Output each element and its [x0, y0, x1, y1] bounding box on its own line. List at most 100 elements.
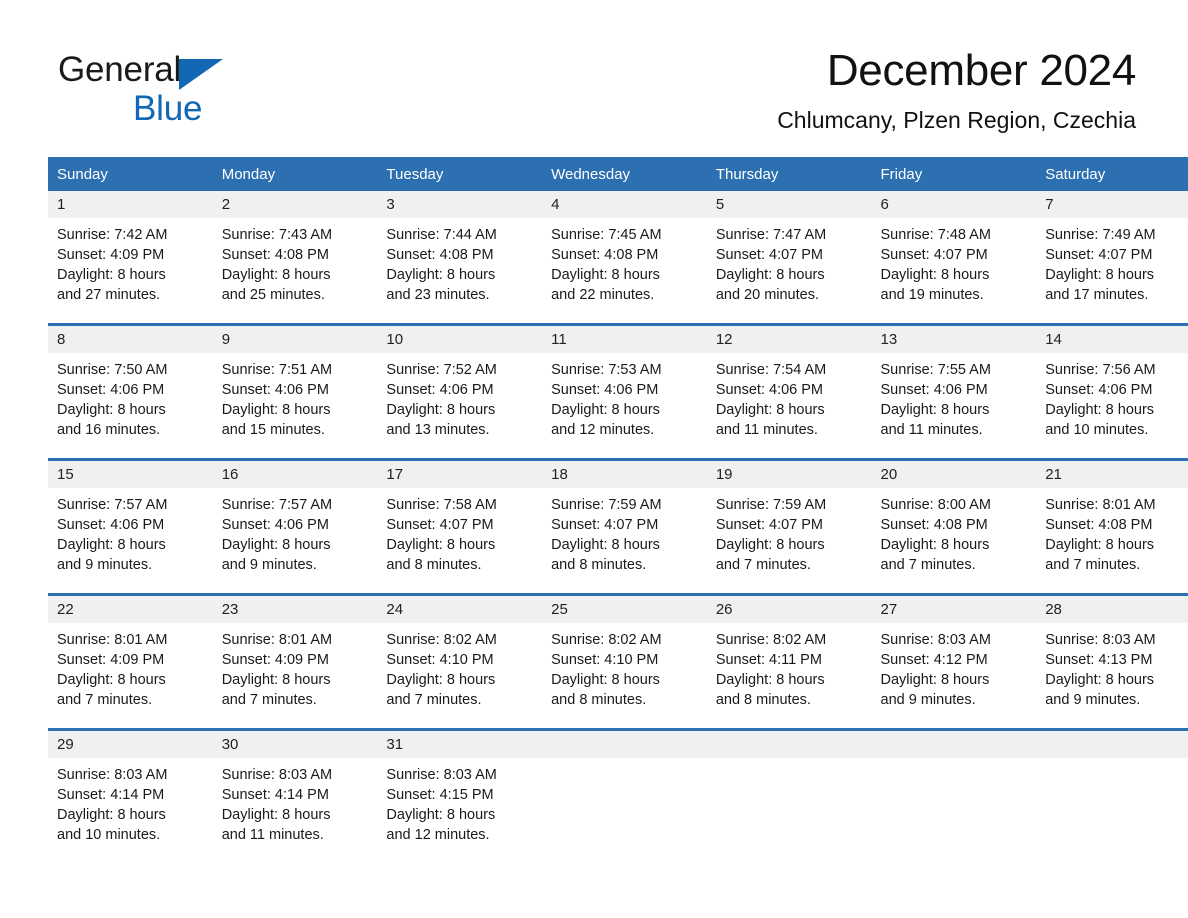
daylight-text-line2: and 12 minutes. [551, 422, 655, 438]
day-cell[interactable]: 22 Sunrise: 8:01 AM Sunset: 4:09 PM Dayligh… [48, 593, 213, 730]
day-cell[interactable]: 18 Sunrise: 7:59 AM Sunset: 4:07 PM Dayligh… [542, 458, 707, 595]
sunset-text: Sunset: 4:08 PM [386, 247, 494, 263]
day-details: Sunrise: 7:45 AM Sunset: 4:08 PM Daylight:… [542, 218, 707, 305]
daylight-text-line2: and 16 minutes. [57, 422, 161, 438]
daylight-text-line2: and 7 minutes. [880, 557, 976, 573]
daylight-text-line2: and 10 minutes. [1045, 422, 1149, 438]
day-cell[interactable]: 30 Sunrise: 8:03 AM Sunset: 4:14 PM Dayligh… [212, 728, 378, 863]
day-cell[interactable]: 6 Sunrise: 7:48 AM Sunset: 4:07 PM Daylight… [871, 191, 1037, 325]
daylight-text-line1: Daylight: 8 hours [1045, 267, 1155, 283]
day-details: Sunrise: 7:48 AM Sunset: 4:07 PM Daylight:… [872, 218, 1037, 305]
day-number: 4 [542, 191, 707, 218]
daylight-text-line1: Daylight: 8 hours [715, 267, 825, 283]
day-cell[interactable]: 8 Sunrise: 7:50 AM Sunset: 4:06 PM Daylight… [48, 323, 213, 460]
day-cell[interactable]: 9 Sunrise: 7:51 AM Sunset: 4:06 PM Daylight… [212, 323, 378, 460]
day-number: 1 [48, 191, 213, 218]
day-details: Sunrise: 7:57 AM Sunset: 4:06 PM Daylight:… [213, 488, 378, 575]
day-cell[interactable]: 11 Sunrise: 7:53 AM Sunset: 4:06 PM Dayligh… [542, 323, 707, 460]
daylight-text-line1: Daylight: 8 hours [386, 537, 496, 553]
daylight-text-line1: Daylight: 8 hours [551, 267, 660, 283]
day-number: 31 [377, 731, 543, 758]
day-number: 20 [871, 461, 1037, 488]
day-cell[interactable]: 16 Sunrise: 7:57 AM Sunset: 4:06 PM Dayligh… [212, 458, 378, 595]
day-cell[interactable]: 13 Sunrise: 7:55 AM Sunset: 4:06 PM Dayligh… [871, 323, 1037, 460]
day-cell[interactable]: 19 Sunrise: 7:59 AM Sunset: 4:07 PM Dayligh… [706, 458, 872, 595]
sunrise-sunset-calendar: Sunday Monday Tuesday Wednesday Thursday… [48, 157, 1188, 863]
sunrise-text: Sunrise: 8:01 AM [221, 632, 333, 648]
day-number: 23 [212, 596, 378, 623]
day-cell[interactable]: 14 Sunrise: 7:56 AM Sunset: 4:06 PM Dayligh… [1036, 323, 1188, 460]
day-details: Sunrise: 7:56 AM Sunset: 4:06 PM Daylight:… [1036, 353, 1188, 440]
day-cell[interactable]: 1 Sunrise: 7:42 AM Sunset: 4:09 PM Daylight… [48, 191, 213, 325]
day-cell-empty [542, 728, 707, 863]
sunrise-text: Sunrise: 8:03 AM [880, 632, 991, 648]
day-details: Sunrise: 7:51 AM Sunset: 4:06 PM Daylight:… [213, 353, 378, 440]
day-details: Sunrise: 7:57 AM Sunset: 4:06 PM Daylight:… [48, 488, 213, 575]
day-cell[interactable]: 2 Sunrise: 7:43 AM Sunset: 4:08 PM Daylight… [212, 191, 378, 325]
day-cell[interactable]: 28 Sunrise: 8:03 AM Sunset: 4:13 PM Dayligh… [1036, 593, 1188, 730]
daylight-text-line1: Daylight: 8 hours [1045, 402, 1155, 418]
sunrise-text: Sunrise: 8:02 AM [386, 632, 497, 648]
triangle-icon [179, 59, 224, 90]
daylight-text-line2: and 9 minutes. [880, 692, 976, 708]
day-cell[interactable]: 12 Sunrise: 7:54 AM Sunset: 4:06 PM Dayligh… [706, 323, 872, 460]
day-cell[interactable]: 15 Sunrise: 7:57 AM Sunset: 4:06 PM Dayligh… [48, 458, 213, 595]
sunset-text: Sunset: 4:08 PM [551, 247, 659, 263]
daylight-text-line1: Daylight: 8 hours [715, 672, 825, 688]
day-number: 7 [1036, 191, 1188, 218]
weekday-header-row: Sunday Monday Tuesday Wednesday Thursday… [48, 157, 1188, 191]
sunset-text: Sunset: 4:07 PM [880, 247, 988, 263]
sunrise-text: Sunrise: 7:55 AM [880, 362, 991, 378]
day-cell[interactable]: 27 Sunrise: 8:03 AM Sunset: 4:12 PM Dayligh… [871, 593, 1037, 730]
day-cell-empty [1036, 728, 1188, 863]
day-number: 25 [542, 596, 707, 623]
daylight-text-line1: Daylight: 8 hours [880, 267, 990, 283]
day-cell[interactable]: 7 Sunrise: 7:49 AM Sunset: 4:07 PM Daylight… [1036, 191, 1188, 325]
sunset-text: Sunset: 4:06 PM [551, 382, 659, 398]
day-cell[interactable]: 29 Sunrise: 8:03 AM Sunset: 4:14 PM Dayligh… [48, 728, 213, 863]
day-details: Sunrise: 8:03 AM Sunset: 4:13 PM Daylight:… [1036, 623, 1188, 710]
day-number: 21 [1036, 461, 1188, 488]
day-number: 11 [542, 326, 707, 353]
day-cell[interactable]: 4 Sunrise: 7:45 AM Sunset: 4:08 PM Daylight… [542, 191, 707, 325]
daylight-text-line2: and 23 minutes. [386, 287, 490, 303]
calendar-page: General Blue December 2024 Chlumcany, Pl… [0, 0, 1188, 918]
daylight-text-line1: Daylight: 8 hours [57, 267, 166, 283]
calendar-body: 1 Sunrise: 7:42 AM Sunset: 4:09 PM Daylight… [48, 191, 1188, 863]
daylight-text-line2: and 7 minutes. [57, 692, 153, 708]
day-cell[interactable]: 20 Sunrise: 8:00 AM Sunset: 4:08 PM Dayligh… [871, 458, 1037, 595]
daylight-text-line1: Daylight: 8 hours [1045, 672, 1155, 688]
sunset-text: Sunset: 4:12 PM [880, 652, 988, 668]
sunrise-text: Sunrise: 8:02 AM [715, 632, 827, 648]
daylight-text-line1: Daylight: 8 hours [386, 402, 496, 418]
day-cell[interactable]: 21 Sunrise: 8:01 AM Sunset: 4:08 PM Dayligh… [1036, 458, 1188, 595]
day-cell[interactable]: 5 Sunrise: 7:47 AM Sunset: 4:07 PM Daylight… [706, 191, 872, 325]
sunset-text: Sunset: 4:14 PM [221, 787, 329, 803]
day-cell[interactable]: 17 Sunrise: 7:58 AM Sunset: 4:07 PM Dayligh… [377, 458, 543, 595]
sunrise-text: Sunrise: 7:49 AM [1045, 227, 1156, 243]
day-cell[interactable]: 10 Sunrise: 7:52 AM Sunset: 4:06 PM Dayligh… [377, 323, 543, 460]
daylight-text-line2: and 8 minutes. [551, 557, 647, 573]
day-number: 14 [1036, 326, 1188, 353]
daylight-text-line2: and 27 minutes. [57, 287, 161, 303]
day-cell[interactable]: 3 Sunrise: 7:44 AM Sunset: 4:08 PM Daylight… [377, 191, 543, 325]
daylight-text-line2: and 13 minutes. [386, 422, 490, 438]
day-cell[interactable]: 25 Sunrise: 8:02 AM Sunset: 4:10 PM Dayligh… [542, 593, 707, 730]
day-details: Sunrise: 7:47 AM Sunset: 4:07 PM Daylight:… [707, 218, 872, 305]
general-blue-logo: General Blue [58, 52, 378, 132]
day-details: Sunrise: 8:03 AM Sunset: 4:12 PM Daylight:… [872, 623, 1037, 710]
day-number: 26 [706, 596, 872, 623]
sunrise-text: Sunrise: 7:50 AM [57, 362, 168, 378]
sunset-text: Sunset: 4:07 PM [386, 517, 494, 533]
sunset-text: Sunset: 4:07 PM [715, 247, 824, 263]
day-cell[interactable]: 26 Sunrise: 8:02 AM Sunset: 4:11 PM Dayligh… [706, 593, 872, 730]
daylight-text-line1: Daylight: 8 hours [551, 537, 660, 553]
sunrise-text: Sunrise: 7:44 AM [386, 227, 497, 243]
daylight-text-line1: Daylight: 8 hours [715, 402, 825, 418]
weekday-header-saturday: Saturday [1036, 157, 1188, 191]
page-header: General Blue December 2024 Chlumcany, Pl… [0, 0, 1188, 133]
sunrise-text: Sunrise: 8:03 AM [57, 767, 168, 783]
day-cell[interactable]: 31 Sunrise: 8:03 AM Sunset: 4:15 PM Dayligh… [377, 728, 543, 863]
day-cell[interactable]: 24 Sunrise: 8:02 AM Sunset: 4:10 PM Dayligh… [377, 593, 543, 730]
day-cell[interactable]: 23 Sunrise: 8:01 AM Sunset: 4:09 PM Dayligh… [212, 593, 378, 730]
